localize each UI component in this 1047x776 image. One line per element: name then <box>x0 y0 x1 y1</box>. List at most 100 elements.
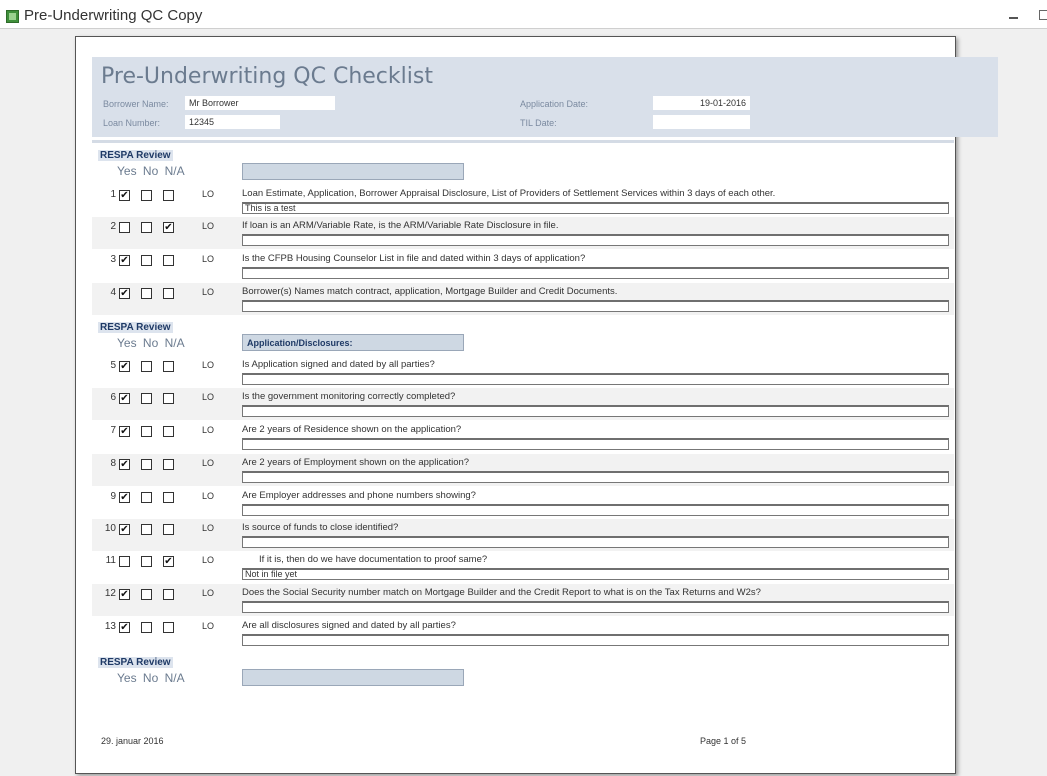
no-checkbox[interactable] <box>141 622 152 633</box>
question-number: 9 <box>110 491 116 502</box>
question-text: Are 2 years of Employment shown on the a… <box>242 457 470 468</box>
comment-field[interactable]: This is a test <box>242 202 949 214</box>
role-label: LO <box>202 621 215 631</box>
til-date-field[interactable] <box>653 115 750 129</box>
borrower-name-field[interactable]: Mr Borrower <box>185 96 335 110</box>
na-checkbox[interactable] <box>163 190 174 201</box>
comment-field[interactable] <box>242 504 949 516</box>
no-checkbox[interactable] <box>141 190 152 201</box>
question-number: 8 <box>110 458 116 469</box>
question-number: 2 <box>110 221 116 232</box>
no-checkbox[interactable] <box>141 492 152 503</box>
yes-checkbox[interactable]: ✔ <box>119 393 130 404</box>
report-title: Pre-Underwriting QC Checklist <box>101 64 433 89</box>
yes-checkbox[interactable]: ✔ <box>119 426 130 437</box>
window-title: Pre-Underwriting QC Copy <box>24 7 203 24</box>
question-text: Are 2 years of Residence shown on the ap… <box>242 424 462 435</box>
question-number: 4 <box>110 287 116 298</box>
question-number: 11 <box>105 555 116 566</box>
access-app-icon <box>6 10 19 23</box>
yes-checkbox[interactable] <box>119 556 130 567</box>
borrower-name-label: Borrower Name: <box>103 99 169 109</box>
minimize-button[interactable] <box>1008 8 1020 20</box>
no-checkbox[interactable] <box>141 222 152 233</box>
na-checkbox[interactable] <box>163 393 174 404</box>
comment-field[interactable] <box>242 405 949 417</box>
no-checkbox[interactable] <box>141 556 152 567</box>
question-text: Borrower(s) Names match contract, applic… <box>242 286 618 297</box>
comment-field[interactable] <box>242 267 949 279</box>
comment-field[interactable] <box>242 438 949 450</box>
na-checkbox[interactable]: ✔ <box>163 222 174 233</box>
na-checkbox[interactable] <box>163 288 174 299</box>
question-text: Does the Social Security number match on… <box>242 587 761 598</box>
yes-checkbox[interactable]: ✔ <box>119 190 130 201</box>
comment-field[interactable] <box>242 234 949 246</box>
yes-checkbox[interactable]: ✔ <box>119 361 130 372</box>
application-date-field[interactable]: 19-01-2016 <box>653 96 750 110</box>
role-label: LO <box>202 221 215 231</box>
yes-no-na-header: Yes No N/A <box>117 336 185 350</box>
na-checkbox[interactable] <box>163 622 174 633</box>
role-label: LO <box>202 555 215 565</box>
yes-checkbox[interactable]: ✔ <box>119 255 130 266</box>
yes-checkbox[interactable]: ✔ <box>119 524 130 535</box>
no-checkbox[interactable] <box>141 524 152 535</box>
yes-checkbox[interactable]: ✔ <box>119 622 130 633</box>
question-text: If it is, then do we have documentation … <box>259 554 488 565</box>
no-checkbox[interactable] <box>141 426 152 437</box>
no-checkbox[interactable] <box>141 589 152 600</box>
question-number: 12 <box>104 588 116 599</box>
na-checkbox[interactable] <box>163 255 174 266</box>
restore-button[interactable] <box>1039 10 1047 20</box>
question-text: Is the government monitoring correctly c… <box>242 391 456 402</box>
comment-field[interactable] <box>242 601 949 613</box>
yes-checkbox[interactable] <box>119 222 130 233</box>
role-label: LO <box>202 523 215 533</box>
no-checkbox[interactable] <box>141 459 152 470</box>
header-divider <box>92 140 954 143</box>
til-date-label: TIL Date: <box>520 118 557 128</box>
role-label: LO <box>202 458 215 468</box>
question-number: 6 <box>110 392 116 403</box>
question-text: If loan is an ARM/Variable Rate, is the … <box>242 220 559 231</box>
section-header-box <box>242 669 464 686</box>
yes-checkbox[interactable]: ✔ <box>119 288 130 299</box>
role-label: LO <box>202 491 215 501</box>
no-checkbox[interactable] <box>141 288 152 299</box>
na-checkbox[interactable] <box>163 589 174 600</box>
role-label: LO <box>202 254 215 264</box>
question-number: 10 <box>104 523 116 534</box>
role-label: LO <box>202 588 215 598</box>
na-checkbox[interactable] <box>163 492 174 503</box>
loan-number-field[interactable]: 12345 <box>185 115 280 129</box>
na-checkbox[interactable]: ✔ <box>163 556 174 567</box>
yes-checkbox[interactable]: ✔ <box>119 589 130 600</box>
yes-checkbox[interactable]: ✔ <box>119 459 130 470</box>
role-label: LO <box>202 425 215 435</box>
question-text: Is source of funds to close identified? <box>242 522 399 533</box>
comment-field[interactable]: Not in file yet <box>242 568 949 580</box>
role-label: LO <box>202 392 215 402</box>
na-checkbox[interactable] <box>163 426 174 437</box>
question-number: 1 <box>110 189 116 200</box>
no-checkbox[interactable] <box>141 255 152 266</box>
comment-field[interactable] <box>242 471 949 483</box>
comment-field[interactable] <box>242 634 949 646</box>
comment-field[interactable] <box>242 300 949 312</box>
question-number: 3 <box>110 254 116 265</box>
section-title: RESPA Review <box>98 657 173 668</box>
no-checkbox[interactable] <box>141 393 152 404</box>
yes-no-na-header: Yes No N/A <box>117 671 185 685</box>
na-checkbox[interactable] <box>163 459 174 470</box>
yes-checkbox[interactable]: ✔ <box>119 492 130 503</box>
question-number: 7 <box>110 425 116 436</box>
application-date-label: Application Date: <box>520 99 589 109</box>
na-checkbox[interactable] <box>163 524 174 535</box>
question-number: 13 <box>104 621 116 632</box>
comment-field[interactable] <box>242 373 949 385</box>
comment-field[interactable] <box>242 536 949 548</box>
no-checkbox[interactable] <box>141 361 152 372</box>
na-checkbox[interactable] <box>163 361 174 372</box>
role-label: LO <box>202 287 215 297</box>
